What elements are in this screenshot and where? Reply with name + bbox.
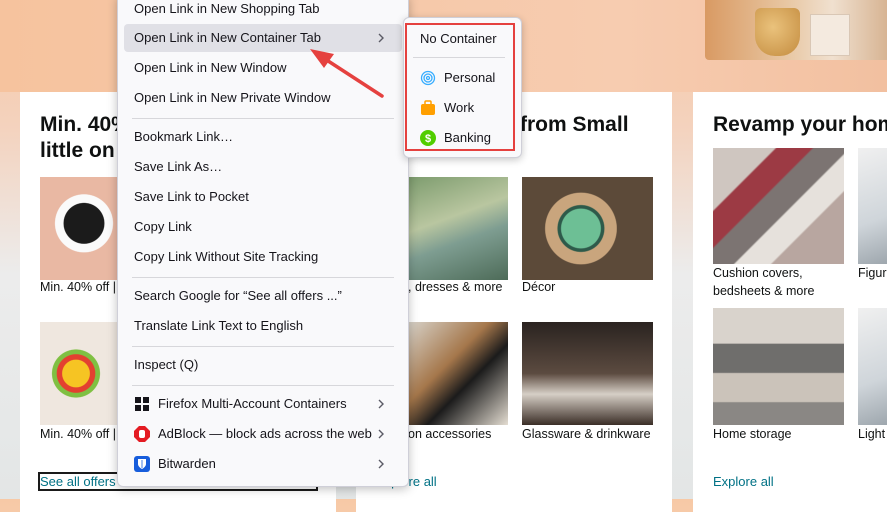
product-image-dress[interactable] bbox=[408, 177, 508, 280]
product-image-storage[interactable] bbox=[713, 308, 844, 425]
menu-item-save-link-to-pocket[interactable]: Save Link to Pocket bbox=[124, 183, 402, 211]
product-image-toy[interactable] bbox=[40, 322, 120, 425]
context-menu: Open Link in New Shopping Tab Open Link … bbox=[117, 0, 409, 487]
product-image-rug[interactable] bbox=[713, 148, 844, 264]
menu-item-label: Copy Link Without Site Tracking bbox=[134, 249, 319, 264]
deal-card-right: Revamp your hom Cushion covers, bedsheet… bbox=[693, 92, 887, 512]
menu-separator bbox=[132, 346, 394, 347]
chevron-right-icon bbox=[378, 459, 384, 469]
hero-product-image bbox=[705, 0, 887, 60]
card-title: from Small bbox=[520, 113, 629, 136]
menu-item-label: Open Link in New Window bbox=[134, 60, 287, 75]
box-image bbox=[810, 14, 850, 56]
menu-item-label: Save Link to Pocket bbox=[134, 189, 249, 204]
menu-item-bitwarden[interactable]: Bitwarden bbox=[124, 450, 402, 478]
menu-item-open-new-private-window[interactable]: Open Link in New Private Window bbox=[124, 84, 402, 112]
product-image-glassware[interactable] bbox=[522, 322, 653, 425]
menu-item-label: Open Link in New Shopping Tab bbox=[134, 1, 320, 16]
menu-item-copy-link-without-tracking[interactable]: Copy Link Without Site Tracking bbox=[124, 243, 402, 271]
menu-item-save-link-as[interactable]: Save Link As… bbox=[124, 153, 402, 181]
menu-item-open-new-container-tab[interactable]: Open Link in New Container Tab bbox=[124, 24, 402, 52]
bitwarden-icon bbox=[134, 456, 150, 472]
chevron-right-icon bbox=[378, 399, 384, 409]
menu-item-label: Inspect (Q) bbox=[134, 357, 199, 372]
product-image-figurine[interactable] bbox=[858, 148, 887, 264]
menu-item-copy-link[interactable]: Copy Link bbox=[124, 213, 402, 241]
menu-item-label: Search Google for “See all offers ...” bbox=[134, 288, 342, 303]
menu-item-label: Bitwarden bbox=[158, 456, 216, 471]
menu-item-bookmark-link[interactable]: Bookmark Link… bbox=[124, 123, 402, 151]
grid-icon bbox=[135, 397, 149, 411]
menu-item-label: Open Link in New Private Window bbox=[134, 90, 331, 105]
tile-caption-line1: Cushion covers, bbox=[713, 266, 803, 280]
menu-item-open-new-shopping-tab[interactable]: Open Link in New Shopping Tab bbox=[124, 0, 402, 23]
product-image-light[interactable] bbox=[858, 308, 887, 425]
tile-caption[interactable]: Min. 40% off | bbox=[40, 278, 116, 296]
product-image-penguin[interactable] bbox=[40, 177, 120, 280]
card-title: Revamp your hom bbox=[713, 113, 887, 136]
menu-item-inspect[interactable]: Inspect (Q) bbox=[124, 351, 402, 379]
tile-caption[interactable]: Min. 40% off | bbox=[40, 425, 116, 443]
submenu-highlight-box bbox=[405, 23, 515, 151]
adblock-icon bbox=[134, 426, 150, 442]
basket-bag-image bbox=[755, 8, 800, 56]
menu-item-label: AdBlock — block ads across the web bbox=[158, 426, 372, 441]
menu-item-translate-link-text[interactable]: Translate Link Text to English bbox=[124, 312, 402, 340]
tile-caption[interactable]: Glassware & drinkware bbox=[522, 425, 651, 443]
tile-caption[interactable]: Décor bbox=[522, 278, 555, 296]
chevron-right-icon bbox=[378, 429, 384, 439]
product-image-accessories[interactable] bbox=[408, 322, 508, 425]
product-image-clock[interactable] bbox=[522, 177, 653, 280]
menu-item-label: Open Link in New Container Tab bbox=[134, 30, 321, 45]
tile-caption[interactable]: Cushion covers, bedsheets & more bbox=[713, 264, 814, 300]
menu-item-adblock[interactable]: AdBlock — block ads across the web bbox=[124, 420, 402, 448]
menu-separator bbox=[132, 118, 394, 119]
tile-caption[interactable]: Light bbox=[858, 425, 885, 443]
tile-caption[interactable]: Figur bbox=[858, 264, 886, 282]
menu-item-open-new-window[interactable]: Open Link in New Window bbox=[124, 54, 402, 82]
menu-item-label: Firefox Multi-Account Containers bbox=[158, 396, 347, 411]
explore-all-link[interactable]: Explore all bbox=[713, 474, 774, 489]
menu-separator bbox=[132, 385, 394, 386]
menu-item-label: Copy Link bbox=[134, 219, 192, 234]
menu-item-search-google[interactable]: Search Google for “See all offers ...” bbox=[124, 282, 402, 310]
menu-item-multi-account-containers[interactable]: Firefox Multi-Account Containers bbox=[124, 390, 402, 418]
menu-separator bbox=[132, 277, 394, 278]
chevron-right-icon bbox=[378, 33, 384, 43]
menu-item-label: Save Link As… bbox=[134, 159, 223, 174]
tile-caption[interactable]: on accessories bbox=[408, 425, 491, 443]
tile-caption-line2: bedsheets & more bbox=[713, 284, 815, 298]
menu-item-label: Translate Link Text to English bbox=[134, 318, 304, 333]
menu-item-label: Bookmark Link… bbox=[134, 129, 233, 144]
tile-caption[interactable]: Home storage bbox=[713, 425, 792, 443]
tile-caption[interactable]: , dresses & more bbox=[408, 278, 502, 296]
